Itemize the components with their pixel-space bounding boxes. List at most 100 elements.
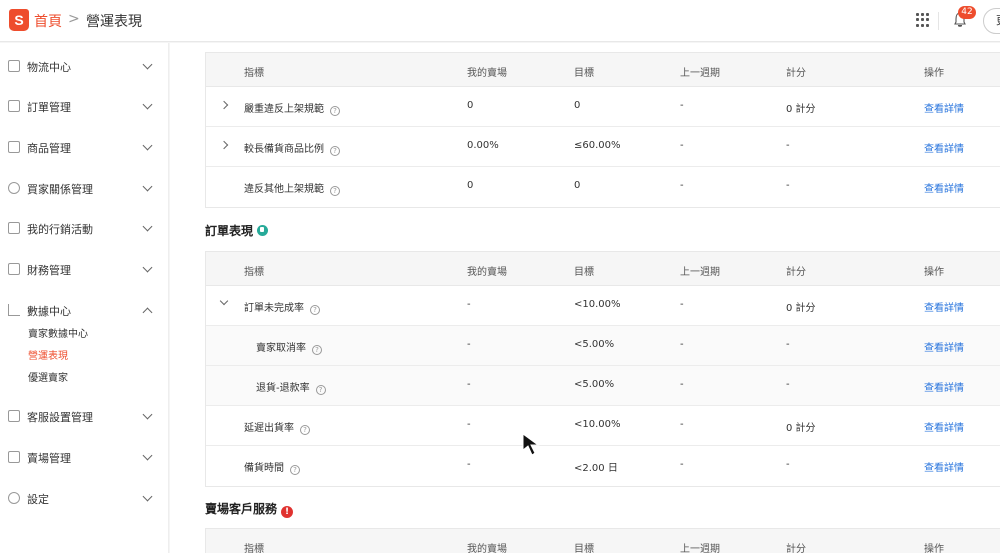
score-value: -	[786, 339, 790, 350]
view-details-link[interactable]: 查看詳情	[924, 100, 964, 115]
chevron-down-icon	[142, 181, 153, 192]
help-icon[interactable]: ?	[330, 106, 340, 116]
chevron-down-icon	[142, 59, 153, 70]
chevron-down-icon	[142, 262, 153, 273]
target-value: ≤60.00%	[574, 140, 621, 151]
view-details-link[interactable]: 查看詳情	[924, 339, 964, 354]
clipboard-icon	[8, 100, 20, 112]
help-icon[interactable]: ?	[330, 146, 340, 156]
sidebar-item-customer-service[interactable]: 客服設置管理	[0, 406, 168, 426]
sidebar-subitem-preferred-seller[interactable]: 優選賣家	[28, 369, 68, 384]
sidebar: 物流中心 訂單管理 商品管理 買家關係管理 我的行銷活動 財務管理 數據中心 賣…	[0, 43, 169, 553]
sidebar-item-label: 物流中心	[27, 61, 71, 74]
col-header-my-shop: 我的賣場	[467, 267, 507, 278]
sidebar-subitem-seller-data[interactable]: 賣家數據中心	[28, 325, 88, 340]
my-shop-value: 0	[467, 100, 474, 111]
sidebar-item-settings[interactable]: 設定	[0, 488, 168, 508]
col-header-action: 操作	[924, 544, 944, 553]
line-chart-icon	[8, 304, 20, 316]
score-value: 0 計分	[786, 104, 816, 115]
breadcrumb-home[interactable]: 首頁	[34, 11, 62, 31]
shopee-logo-icon[interactable]: S	[9, 9, 29, 31]
score-value: -	[786, 459, 790, 470]
help-icon[interactable]: ?	[300, 425, 310, 435]
view-details-link[interactable]: 查看詳情	[924, 140, 964, 155]
top-divider	[938, 12, 939, 30]
metric-name: 延遲出貨率?	[244, 419, 310, 435]
last-period-value: -	[680, 299, 684, 310]
sidebar-item-marketing[interactable]: 我的行銷活動	[0, 218, 168, 238]
breadcrumb-current: 營運表現	[86, 14, 142, 30]
score-value: -	[786, 379, 790, 390]
col-header-target: 目標	[574, 544, 594, 553]
section-title-order: 訂單表現	[205, 222, 269, 239]
order-table: 指標 我的賣場 目標 上一週期 計分 操作 訂單未完成率? - <10.00% …	[205, 251, 1000, 487]
chevron-down-icon	[142, 99, 153, 110]
sidebar-item-orders[interactable]: 訂單管理	[0, 96, 168, 116]
my-shop-value: 0.00%	[467, 140, 499, 151]
score-value: 0 計分	[786, 303, 816, 314]
help-icon[interactable]: ?	[290, 465, 300, 475]
metric-name: 較長備貨商品比例?	[244, 140, 340, 156]
sidebar-item-logistics[interactable]: 物流中心	[0, 56, 168, 76]
chevron-right-icon[interactable]	[219, 140, 229, 150]
view-details-link[interactable]: 查看詳情	[924, 180, 964, 195]
sidebar-item-label: 買家關係管理	[27, 183, 93, 196]
chevron-down-icon	[142, 409, 153, 420]
sidebar-item-buyer-relations[interactable]: 買家關係管理	[0, 178, 168, 198]
sidebar-item-shop[interactable]: 賣場管理	[0, 447, 168, 467]
chevron-up-icon	[142, 307, 153, 318]
table-header: 指標 我的賣場 目標 上一週期 計分 操作	[206, 53, 1000, 87]
view-details-link[interactable]: 查看詳情	[924, 379, 964, 394]
chevron-down-icon	[142, 450, 153, 461]
col-header-metric: 指標	[244, 68, 264, 79]
metric-name: 違反其他上架規範?	[244, 180, 340, 196]
score-value: 0 計分	[786, 423, 816, 434]
chevron-down-icon[interactable]	[219, 296, 229, 306]
sidebar-item-label: 設定	[27, 493, 49, 506]
sidebar-item-finance[interactable]: 財務管理	[0, 259, 168, 279]
help-icon[interactable]: ?	[330, 186, 340, 196]
col-header-last-period: 上一週期	[680, 544, 720, 553]
table-header: 指標 我的賣場 目標 上一週期 計分 操作	[206, 529, 1000, 553]
apps-grid-icon[interactable]	[916, 13, 930, 27]
shop-icon	[8, 451, 20, 463]
main-content: 指標 我的賣場 目標 上一週期 計分 操作 嚴重違反上架規範? 0 0 - 0 …	[170, 43, 1000, 553]
target-value: <5.00%	[574, 339, 615, 350]
my-shop-value: -	[467, 459, 471, 470]
breadcrumb-separator: >	[68, 11, 80, 27]
my-shop-value: 0	[467, 180, 474, 191]
col-header-score: 計分	[786, 68, 806, 79]
col-header-score: 計分	[786, 544, 806, 553]
last-period-value: -	[680, 140, 684, 151]
listing-table: 指標 我的賣場 目標 上一週期 計分 操作 嚴重違反上架規範? 0 0 - 0 …	[205, 52, 1000, 208]
sidebar-subitem-performance[interactable]: 營運表現	[28, 347, 68, 362]
help-icon[interactable]: ?	[315, 385, 326, 395]
sidebar-item-products[interactable]: 商品管理	[0, 137, 168, 157]
chevron-down-icon	[142, 221, 153, 232]
metric-name: 訂單未完成率?	[244, 299, 320, 315]
help-icon[interactable]: ?	[310, 305, 320, 315]
view-details-link[interactable]: 查看詳情	[924, 419, 964, 434]
target-value: <10.00%	[574, 419, 621, 430]
sidebar-item-label: 賣場管理	[27, 452, 71, 465]
score-value: -	[786, 180, 790, 191]
view-details-link[interactable]: 查看詳情	[924, 459, 964, 474]
score-value: -	[786, 140, 790, 151]
table-row: 賣家取消率? - <5.00% - - 查看詳情	[206, 326, 1000, 366]
table-row: 較長備貨商品比例? 0.00% ≤60.00% - - 查看詳情	[206, 127, 1000, 167]
target-value: <2.00 日	[574, 463, 618, 474]
sidebar-item-data-center[interactable]: 數據中心	[0, 300, 168, 320]
gear-icon	[8, 492, 20, 504]
top-right-button[interactable]: 更	[983, 8, 1000, 34]
sidebar-item-label: 財務管理	[27, 264, 71, 277]
view-details-link[interactable]: 查看詳情	[924, 299, 964, 314]
chevron-right-icon[interactable]	[219, 100, 229, 110]
col-header-metric: 指標	[244, 544, 264, 553]
table-row: 嚴重違反上架規範? 0 0 - 0 計分 查看詳情	[206, 87, 1000, 127]
help-icon[interactable]: ?	[312, 345, 322, 355]
table-row: 違反其他上架規範? 0 0 - - 查看詳情	[206, 167, 1000, 207]
my-shop-value: -	[467, 299, 471, 310]
last-period-value: -	[680, 339, 684, 350]
chevron-down-icon	[142, 491, 153, 502]
